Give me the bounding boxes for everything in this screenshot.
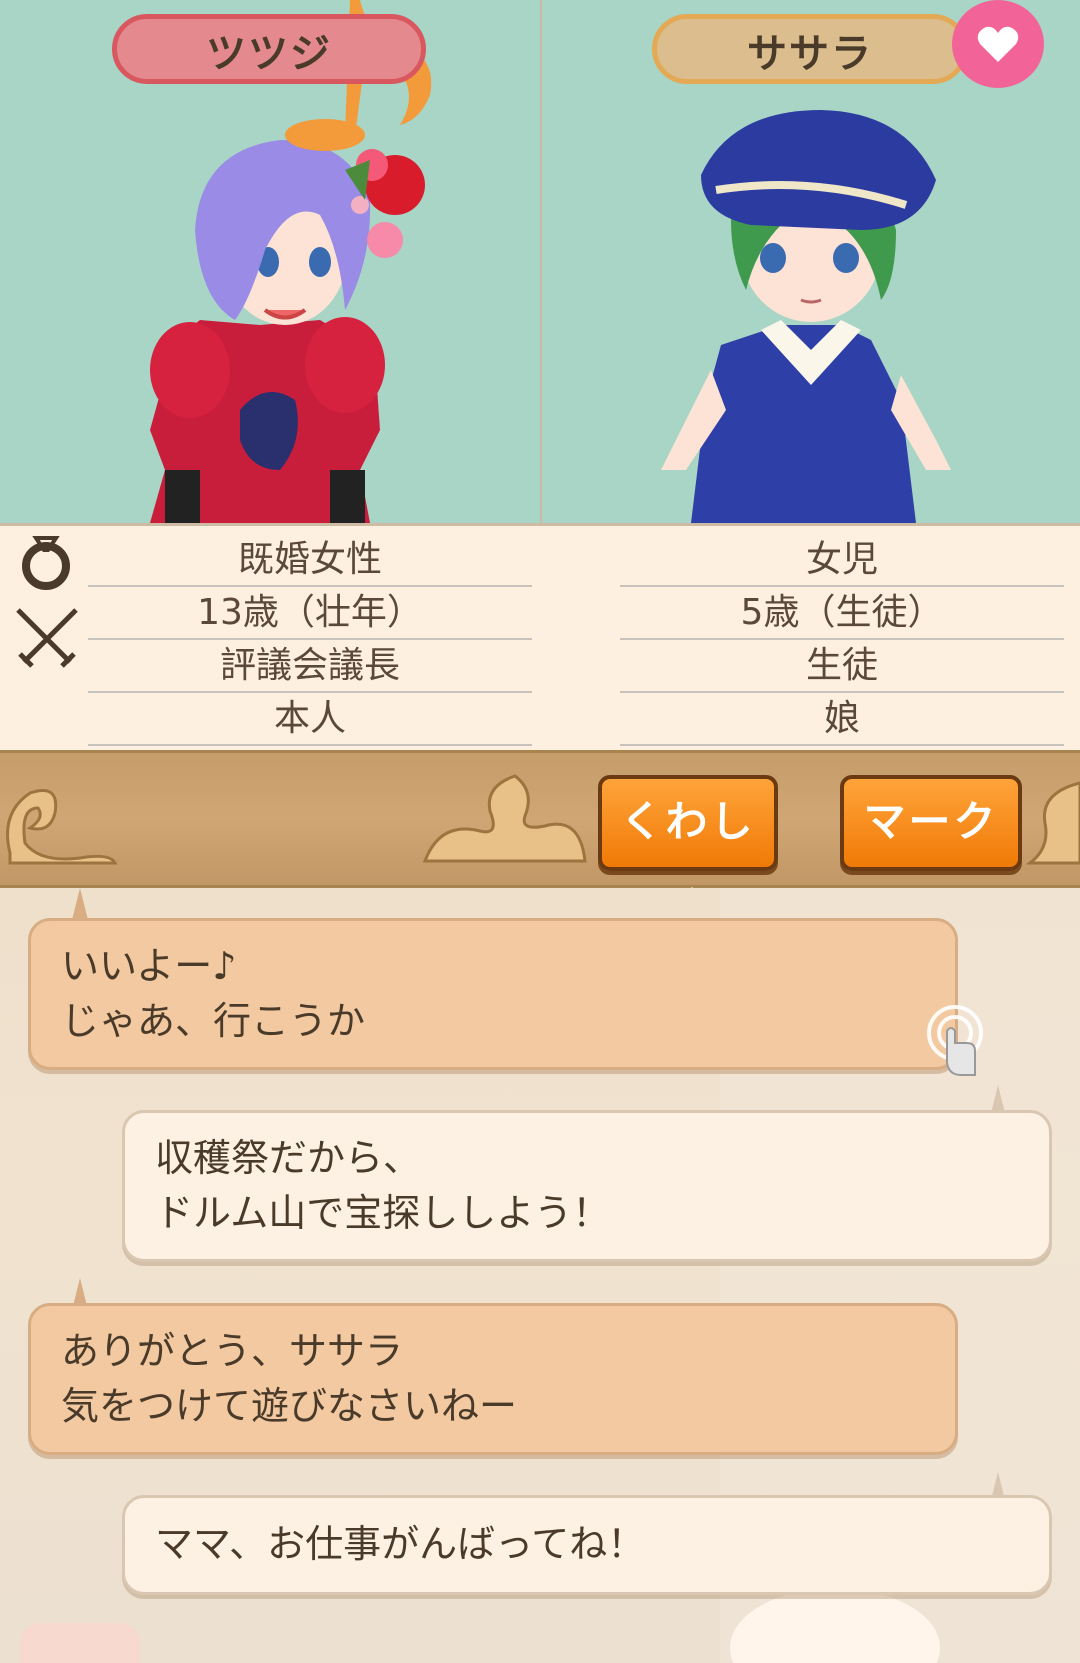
left-role: 評議会議長 [88,640,532,693]
right-role: 生徒 [620,640,1064,693]
left-ornament [6,789,118,865]
left-portrait[interactable]: ツツジ [0,0,540,523]
chat-bubble-outgoing: 収穫祭だから、 ドルム山で宝探ししよう！ [122,1110,1052,1262]
right-ornament [1025,781,1080,865]
bubble-tail [72,888,88,920]
chat-line: ママ、お仕事がんばってね！ [155,1522,646,1566]
left-status: 既婚女性 [88,534,532,587]
heart-icon [977,26,1019,62]
chat-line: 収穫祭だから、 [155,1136,422,1180]
right-age: 5歳（生徒） [620,587,1064,640]
left-age: 13歳（壮年） [88,587,532,640]
chat-line: じゃあ、行こうか [61,999,366,1043]
chat-bubble-incoming: ありがとう、ササラ 気をつけて遊びなさいねー [28,1303,958,1455]
chat-bubble-outgoing: ママ、お仕事がんばってね！ [122,1495,1052,1595]
left-relation: 本人 [88,693,532,746]
crossed-swords-icon [16,608,78,668]
left-name-plate: ツツジ [112,14,426,84]
ring-icon [22,536,70,590]
details-button[interactable]: くわしく [598,775,778,932]
profile-info-panel: 既婚女性 13歳（壮年） 評議会議長 本人 女児 5歳（生徒） 生徒 娘 [0,523,1080,750]
portrait-area: ツツジ ササラ [0,0,1080,750]
background-sign [20,1623,140,1663]
tap-icon[interactable] [925,1003,995,1083]
action-bar: くわしく マーク [0,750,1080,932]
chat-line: 気をつけて遊びなさいねー [61,1384,518,1428]
right-name-plate: ササラ [652,14,968,84]
right-info-list: 女児 5歳（生徒） 生徒 娘 [620,534,1064,746]
chat-line: ありがとう、ササラ [61,1329,404,1373]
left-info-list: 既婚女性 13歳（壮年） 評議会議長 本人 [88,534,532,746]
right-relation: 娘 [620,693,1064,746]
center-ornament [422,774,587,863]
chat-area[interactable]: いいよー♪ じゃあ、行こうか 収穫祭だから、 ドルム山で宝探ししよう！ ありがと… [0,888,1080,1663]
heart-badge[interactable] [952,0,1044,88]
chat-bubble-incoming: いいよー♪ じゃあ、行こうか [28,918,958,1070]
mark-button[interactable]: マーク [840,775,1022,871]
right-status: 女児 [620,534,1064,587]
chat-line: ドルム山で宝探ししよう！ [155,1191,611,1235]
chat-line: いいよー♪ [61,944,237,988]
